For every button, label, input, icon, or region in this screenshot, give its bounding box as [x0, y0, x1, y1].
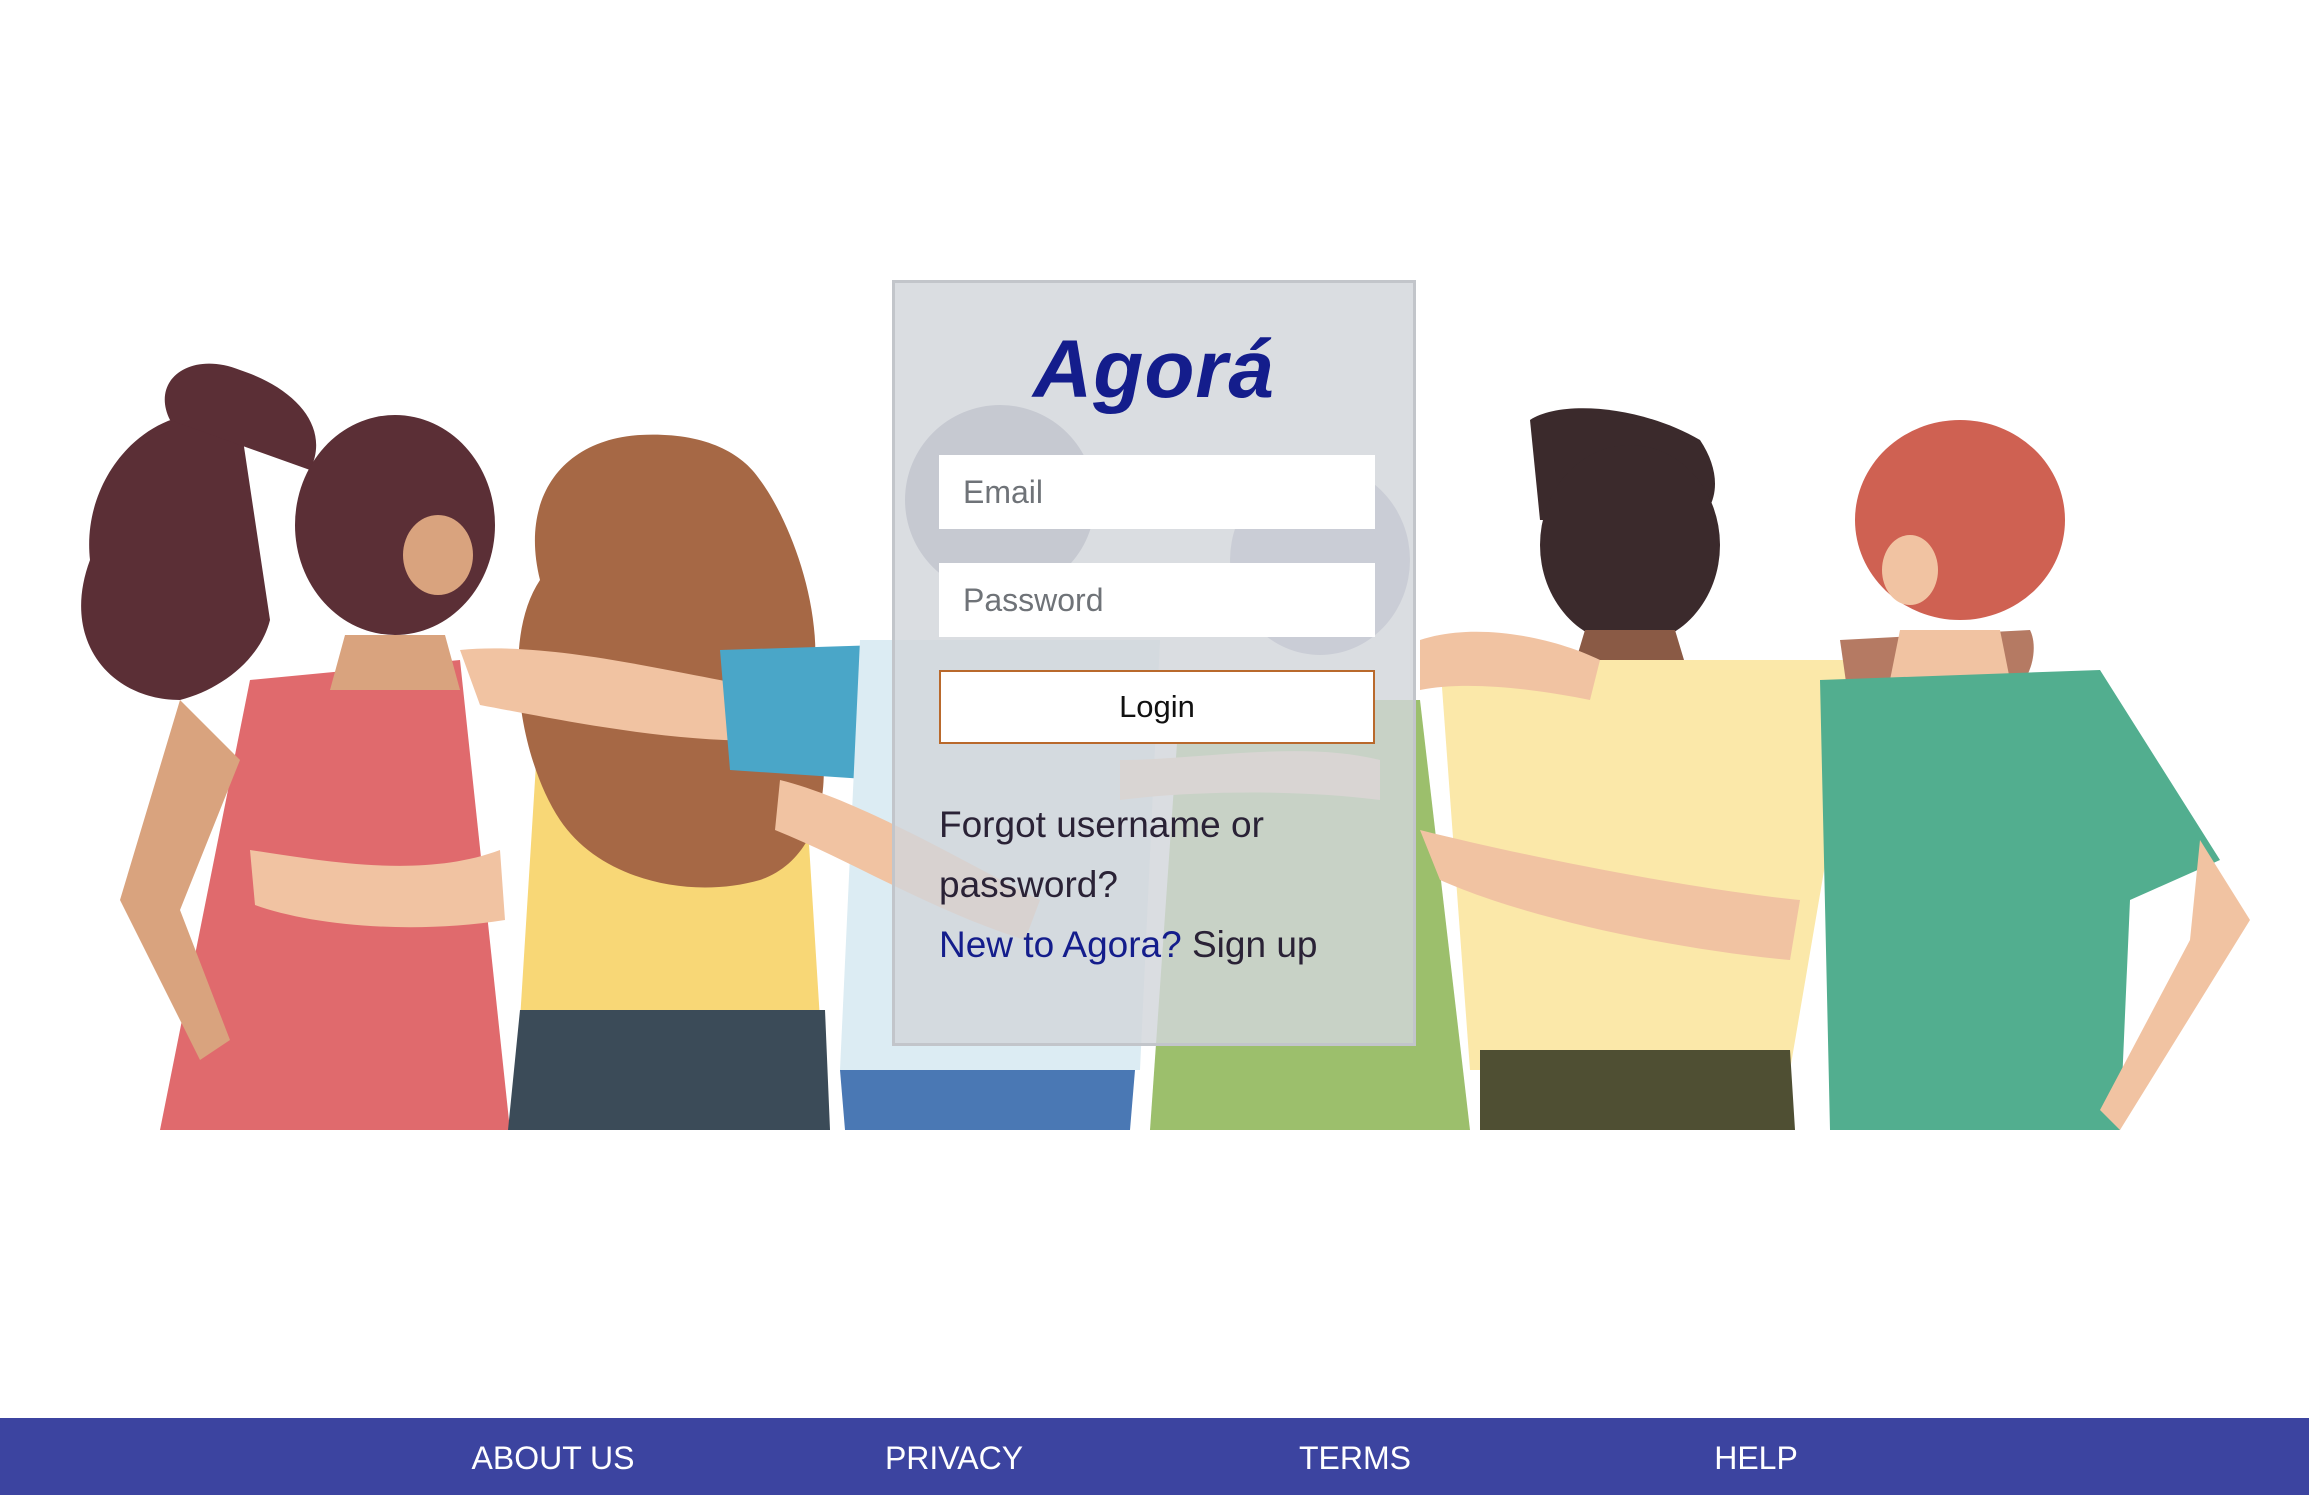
email-field[interactable] — [939, 455, 1375, 529]
app-logo: Agorá — [1033, 324, 1275, 415]
login-card: Agorá Login Forgot username or password?… — [892, 280, 1416, 1046]
footer-about-us-link[interactable]: ABOUT US — [472, 1418, 635, 1495]
login-page: Agorá Login Forgot username or password?… — [0, 0, 2309, 1495]
person-1 — [81, 363, 510, 1130]
footer-help-link[interactable]: HELP — [1714, 1418, 1798, 1495]
footer: ABOUT US PRIVACY TERMS HELP — [0, 1418, 2309, 1495]
password-field[interactable] — [939, 563, 1375, 637]
sign-up-link[interactable]: Sign up — [1192, 924, 1318, 965]
person-6 — [1820, 420, 2250, 1130]
new-to-agora-text: New to Agora? — [939, 924, 1182, 965]
login-links: Forgot username or password? New to Agor… — [939, 795, 1399, 975]
person-2 — [460, 434, 880, 1130]
forgot-credentials-link[interactable]: Forgot username or password? — [939, 795, 1339, 915]
footer-privacy-link[interactable]: PRIVACY — [885, 1418, 1023, 1495]
login-button[interactable]: Login — [939, 670, 1375, 744]
footer-terms-link[interactable]: TERMS — [1299, 1418, 1411, 1495]
